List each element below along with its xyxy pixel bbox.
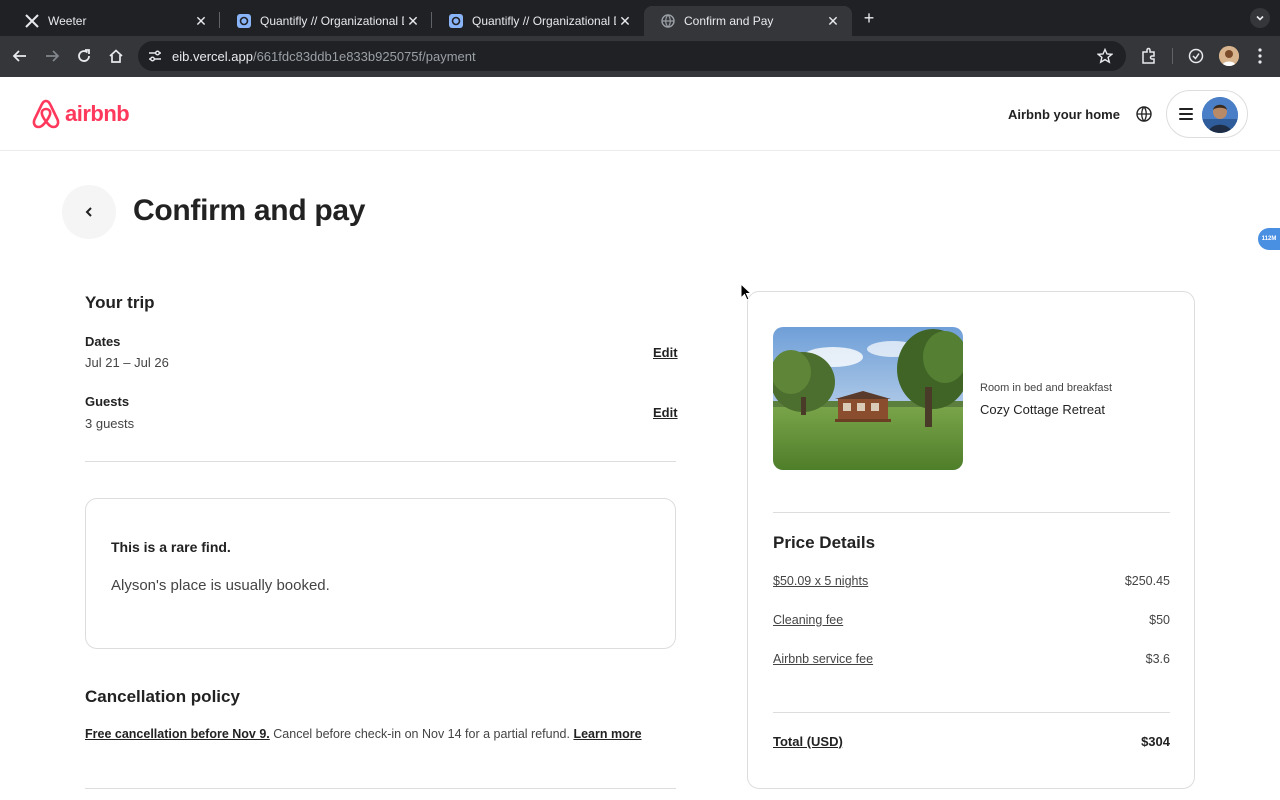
quantifly-icon [448, 13, 464, 29]
your-trip-heading: Your trip [85, 293, 155, 312]
address-bar[interactable]: eib.vercel.app/661fdc83ddb1e833b925075f/… [138, 41, 1126, 71]
price-row-cleaning: Cleaning fee $50 [773, 613, 1170, 631]
tab-title: Quantifly // Organizational Dia [472, 14, 616, 28]
profile-avatar-icon[interactable] [1219, 46, 1239, 66]
user-avatar [1202, 97, 1238, 133]
back-button[interactable] [62, 185, 116, 239]
total-value: $304 [1141, 734, 1170, 749]
site-header: airbnb Airbnb your home [0, 77, 1280, 151]
home-icon[interactable] [104, 44, 128, 68]
new-tab-icon[interactable]: + [858, 7, 880, 29]
floating-extension-badge[interactable]: 112M [1258, 228, 1280, 250]
cleaning-fee-label[interactable]: Cleaning fee [773, 613, 843, 627]
card-divider [773, 512, 1170, 513]
bookmark-star-icon[interactable] [1096, 47, 1114, 65]
forward-arrow-icon[interactable] [40, 44, 64, 68]
url-host: eib.vercel.app [172, 49, 253, 64]
x-logo-icon [24, 13, 40, 29]
language-globe-icon[interactable] [1134, 104, 1154, 124]
extension-puzzle-icon[interactable] [1184, 44, 1208, 68]
rare-find-card: This is a rare find. Alyson's place is u… [85, 498, 676, 649]
rare-find-subtitle: Alyson's place is usually booked. [111, 577, 330, 594]
service-fee-label[interactable]: Airbnb service fee [773, 652, 873, 666]
cleaning-fee-value: $50 [1149, 613, 1170, 627]
browser-tab-quantifly-2[interactable]: Quantifly // Organizational Dia ✕ [432, 6, 644, 36]
user-menu-button[interactable] [1166, 90, 1248, 138]
cancellation-policy-heading: Cancellation policy [85, 687, 240, 706]
guests-value: 3 guests [85, 416, 135, 431]
tab-search-icon[interactable] [1250, 8, 1270, 28]
price-summary-card: Room in bed and breakfast Cozy Cottage R… [747, 291, 1195, 789]
free-cancellation-link[interactable]: Free cancellation before Nov 9. [85, 727, 270, 741]
chevron-left-icon [85, 207, 92, 217]
quantifly-icon [236, 13, 252, 29]
service-fee-value: $3.6 [1145, 652, 1170, 666]
cancellation-detail: Cancel before check-in on Nov 14 for a p… [269, 727, 574, 741]
dates-value: Jul 21 – Jul 26 [85, 355, 169, 370]
listing-photo[interactable] [773, 327, 963, 470]
kebab-menu-icon[interactable] [1248, 44, 1272, 68]
total-row: Total (USD) $304 [773, 734, 1170, 752]
nights-price-value: $250.45 [1124, 574, 1170, 588]
rare-find-title: This is a rare find. [111, 539, 231, 555]
browser-tab-confirm-and-pay[interactable]: Confirm and Pay ✕ [644, 6, 852, 36]
price-row-service: Airbnb service fee $3.6 [773, 652, 1170, 670]
brand-name: airbnb [65, 101, 130, 126]
section-divider [85, 788, 676, 789]
globe-icon [660, 13, 676, 29]
price-row-nights: $50.09 x 5 nights $250.45 [773, 574, 1170, 592]
guests-label: Guests [85, 394, 130, 409]
airbnb-logo[interactable]: airbnb [31, 99, 130, 129]
hamburger-menu-icon [1179, 108, 1193, 120]
reload-icon[interactable] [72, 44, 96, 68]
airbnb-your-home-link[interactable]: Airbnb your home [1008, 107, 1120, 122]
tab-title: Weeter [48, 14, 87, 28]
mouse-cursor-icon [740, 283, 752, 301]
total-label[interactable]: Total (USD) [773, 734, 843, 749]
url-path: /661fdc83ddb1e833b925075f/payment [252, 49, 476, 64]
tab-title: Quantifly // Organizational Dia [260, 14, 404, 28]
browser-tab-bar: Weeter ✕ Quantifly // Organizational Dia… [0, 0, 1280, 36]
back-arrow-icon[interactable] [8, 44, 32, 68]
browser-toolbar: eib.vercel.app/661fdc83ddb1e833b925075f/… [0, 36, 1280, 77]
nights-price-label[interactable]: $50.09 x 5 nights [773, 574, 868, 588]
listing-type: Room in bed and breakfast [980, 382, 1113, 394]
edit-guests-link[interactable]: Edit [653, 405, 678, 420]
dates-label: Dates [85, 334, 121, 349]
close-tab-icon[interactable]: ✕ [616, 12, 634, 30]
browser-tab-quantifly-1[interactable]: Quantifly // Organizational Dia ✕ [220, 6, 432, 36]
section-divider [85, 461, 676, 462]
page-title: Confirm and pay [133, 194, 366, 227]
close-tab-icon[interactable]: ✕ [824, 12, 842, 30]
learn-more-link[interactable]: Learn more [573, 727, 641, 741]
browser-tab-weeter[interactable]: Weeter ✕ [8, 6, 220, 36]
extensions-icon[interactable] [1137, 44, 1161, 68]
price-details-heading: Price Details [773, 533, 876, 552]
site-settings-icon[interactable] [146, 47, 164, 65]
tab-title: Confirm and Pay [684, 14, 774, 28]
airbnb-belo-icon [32, 99, 60, 129]
edit-dates-link[interactable]: Edit [653, 345, 678, 360]
close-tab-icon[interactable]: ✕ [192, 12, 210, 30]
url-text: eib.vercel.app/661fdc83ddb1e833b925075f/… [172, 49, 476, 64]
close-tab-icon[interactable]: ✕ [404, 12, 422, 30]
cancellation-policy-text: Free cancellation before Nov 9. Cancel b… [85, 727, 642, 741]
listing-name: Cozy Cottage Retreat [980, 402, 1106, 417]
toolbar-divider [1172, 48, 1173, 64]
card-divider [773, 712, 1170, 713]
